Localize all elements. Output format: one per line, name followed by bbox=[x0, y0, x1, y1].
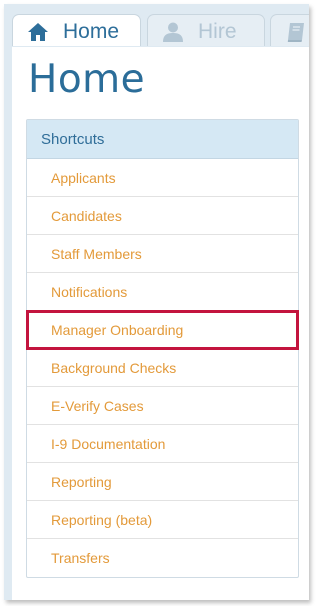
shortcut-transfers[interactable]: Transfers bbox=[27, 539, 298, 577]
page-title: Home bbox=[28, 57, 146, 102]
tab-hire-label: Hire bbox=[198, 19, 237, 43]
tab-home[interactable]: Home bbox=[12, 14, 141, 46]
tab-home-label: Home bbox=[63, 19, 120, 43]
user-icon bbox=[162, 21, 184, 43]
shortcut-candidates[interactable]: Candidates bbox=[27, 197, 298, 235]
shortcut-reporting[interactable]: Reporting bbox=[27, 463, 298, 501]
tab-documents[interactable] bbox=[270, 14, 309, 46]
shortcut-background-checks[interactable]: Background Checks bbox=[27, 349, 298, 387]
shortcut-manager-onboarding[interactable]: Manager Onboarding bbox=[26, 310, 299, 350]
shortcuts-header: Shortcuts bbox=[27, 120, 298, 159]
shortcut-i9-documentation[interactable]: I-9 Documentation bbox=[27, 425, 298, 463]
shortcuts-panel: Shortcuts Applicants Candidates Staff Me… bbox=[26, 119, 299, 578]
shortcut-staff-members[interactable]: Staff Members bbox=[27, 235, 298, 273]
app-frame: Home Hire Home Shortcuts Applicants Cand… bbox=[4, 4, 309, 600]
tab-hire[interactable]: Hire bbox=[147, 14, 265, 46]
shortcut-notifications[interactable]: Notifications bbox=[27, 273, 298, 311]
book-icon bbox=[285, 21, 307, 43]
home-icon bbox=[27, 21, 49, 43]
shortcut-reporting-beta[interactable]: Reporting (beta) bbox=[27, 501, 298, 539]
content-panel: Home Shortcuts Applicants Candidates Sta… bbox=[12, 47, 309, 600]
tab-bar: Home Hire bbox=[4, 4, 309, 46]
shortcut-applicants[interactable]: Applicants bbox=[27, 159, 298, 197]
shortcut-e-verify-cases[interactable]: E-Verify Cases bbox=[27, 387, 298, 425]
